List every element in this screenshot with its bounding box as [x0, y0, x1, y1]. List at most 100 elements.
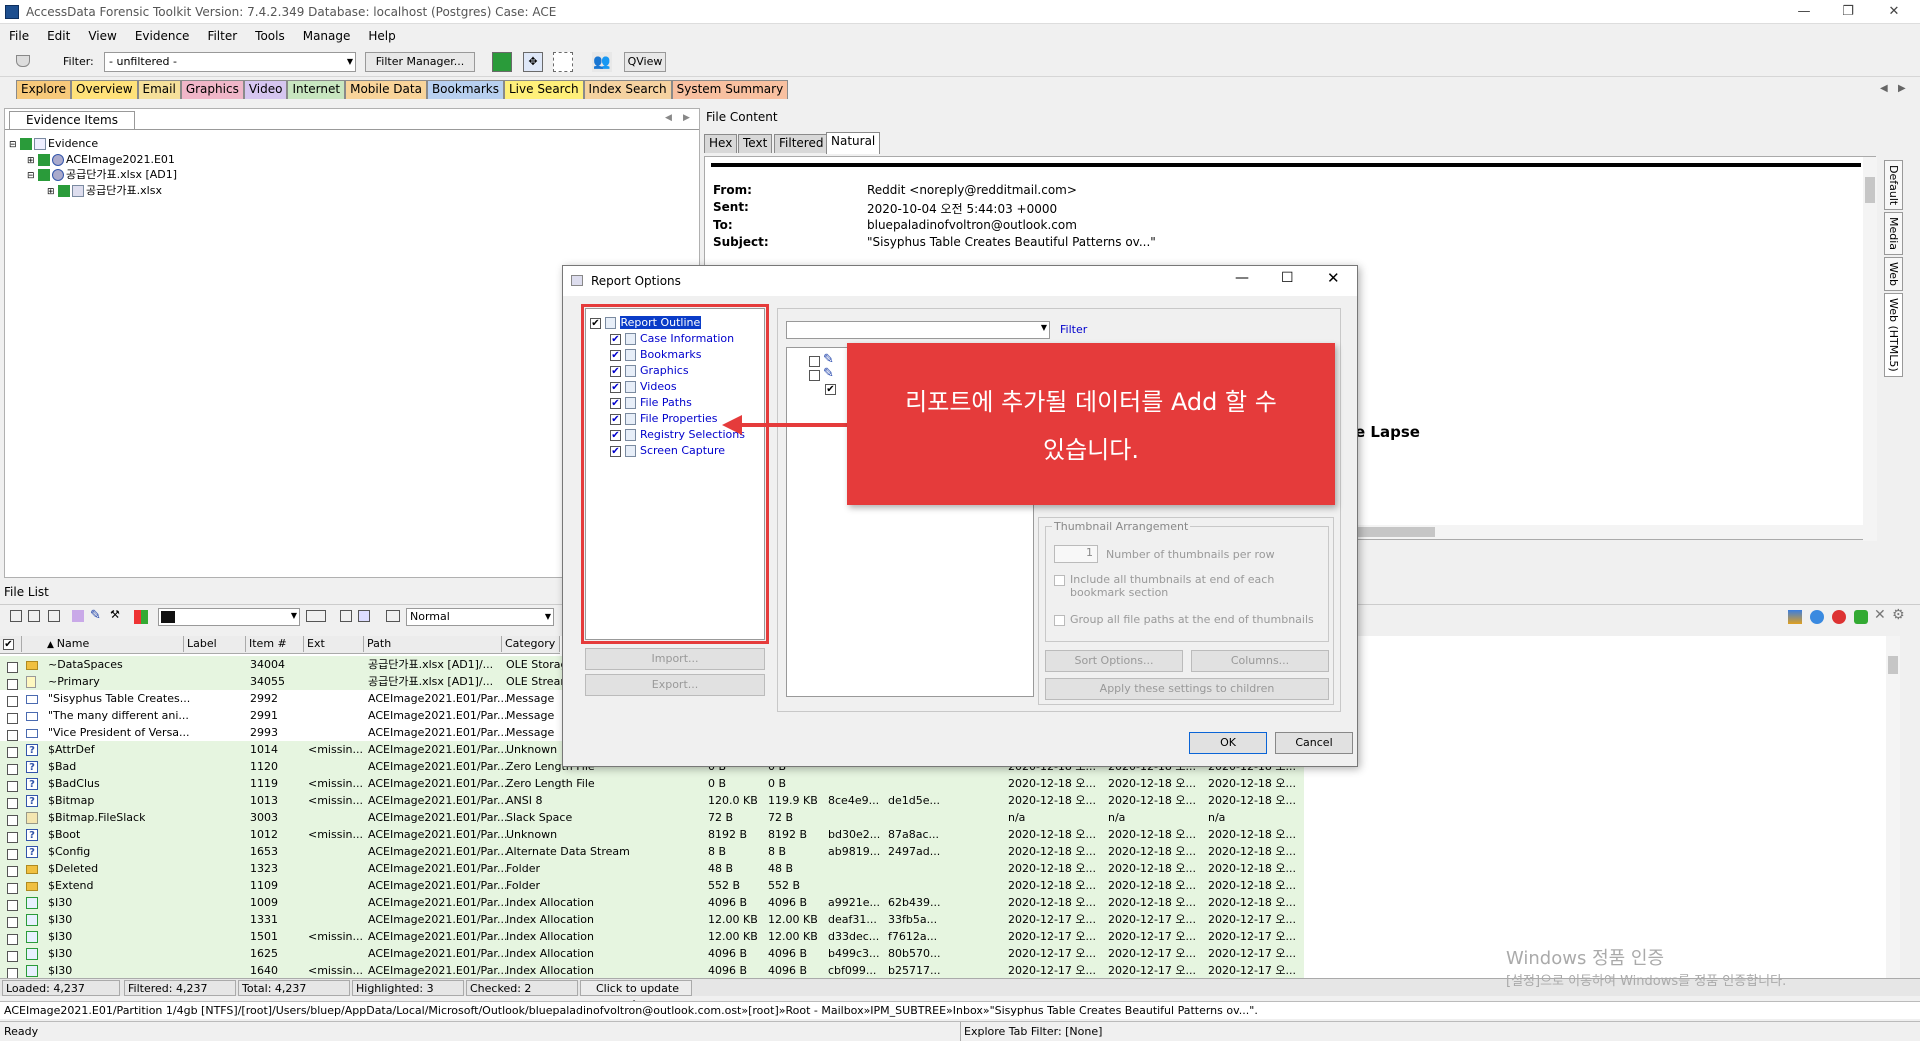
property-checkbox[interactable] [825, 384, 836, 395]
menu-view[interactable]: View [79, 26, 125, 43]
tree-node-aceimage[interactable]: ⊞ ACEImage2021.E01 [27, 152, 175, 168]
row-checkbox[interactable] [7, 848, 18, 860]
menu-manage[interactable]: Manage [294, 26, 360, 43]
property-checkbox[interactable] [809, 356, 820, 367]
view-mode-select[interactable]: Normal ▼ [406, 608, 554, 626]
menu-help[interactable]: Help [359, 26, 404, 43]
include-thumbnails-checkbox[interactable] [1054, 575, 1065, 586]
vertical-scrollbar[interactable] [1863, 157, 1877, 541]
grid-color-icon[interactable] [1788, 610, 1802, 624]
side-tab-media[interactable]: Media [1884, 212, 1903, 256]
side-tab-default[interactable]: Default [1884, 160, 1903, 211]
table-view-icon[interactable] [386, 610, 400, 622]
export-button[interactable]: Export... [585, 674, 765, 696]
table-row[interactable]: ? $Config 1653 ACEImage2021.E01/Par... Alter… [0, 843, 1304, 860]
tab-hex[interactable]: Hex [704, 134, 738, 153]
row-checkbox[interactable] [7, 780, 18, 792]
tab-bookmarks[interactable]: Bookmarks [426, 80, 504, 99]
table-row[interactable]: $Deleted 1323 ACEImage2021.E01/Par... Folde… [0, 860, 1304, 877]
header-category[interactable]: Category [502, 636, 560, 652]
table-row[interactable]: $Bitmap.FileSlack 3003 ACEImage2021.E01/Pa… [0, 809, 1304, 826]
row-checkbox[interactable] [7, 899, 18, 911]
header-label[interactable]: Label [184, 636, 246, 652]
filter-combo[interactable]: ▼ [786, 321, 1050, 339]
tab-internet[interactable]: Internet [287, 80, 346, 99]
row-checkbox[interactable] [7, 695, 18, 707]
row-checkbox[interactable] [7, 933, 18, 945]
copy-icon[interactable] [48, 610, 60, 622]
row-checkbox[interactable] [7, 916, 18, 928]
tab-mobile-data[interactable]: Mobile Data [345, 80, 427, 99]
table-row[interactable]: $I30 1009 ACEImage2021.E01/Par... Index All… [0, 894, 1304, 911]
tools-icon[interactable]: ⚒ [110, 608, 120, 621]
chart-icon[interactable] [1832, 610, 1846, 624]
tab-live-search[interactable]: Live Search [504, 80, 584, 99]
label-icon[interactable] [72, 610, 84, 622]
table-row[interactable]: $I30 1640 <missin... ACEImage2021.E01/Par..… [0, 962, 1304, 979]
row-checkbox[interactable] [7, 763, 18, 775]
sort-options-button[interactable]: Sort Options... [1045, 650, 1183, 672]
import-button[interactable]: Import... [585, 648, 765, 670]
header-name[interactable]: ▲ Name [44, 636, 184, 652]
menu-evidence[interactable]: Evidence [126, 26, 199, 43]
expand-icon[interactable] [10, 610, 22, 622]
add-evidence-icon[interactable] [492, 52, 512, 72]
tab-overview[interactable]: Overview [71, 80, 138, 99]
row-checkbox[interactable] [7, 814, 18, 826]
scroll-left-icon[interactable]: ◀ [665, 113, 672, 123]
pen-icon[interactable]: ✎ [90, 608, 101, 623]
tab-text[interactable]: Text [738, 134, 773, 153]
table-row[interactable]: ? $Bitmap 1013 <missin... ACEImage2021.E01/P… [0, 792, 1304, 809]
menu-filter[interactable]: Filter [198, 26, 246, 43]
thumbnail-count-input[interactable]: 1 [1054, 545, 1098, 563]
move-icon[interactable]: ✥ [523, 52, 543, 72]
row-checkbox[interactable] [7, 950, 18, 962]
collapse-icon[interactable] [28, 610, 40, 622]
table-row[interactable]: $I30 1501 <missin... ACEImage2021.E01/Par..… [0, 928, 1304, 945]
tabs-scroll-right-icon[interactable]: ▶ [1898, 83, 1906, 94]
filter-select[interactable]: - unfiltered - ▼ [104, 52, 356, 72]
row-checkbox[interactable] [7, 746, 18, 758]
row-checkbox[interactable] [7, 831, 18, 843]
menu-edit[interactable]: Edit [38, 26, 79, 43]
group-paths-checkbox[interactable] [1054, 615, 1065, 626]
table-row[interactable]: $Extend 1109 ACEImage2021.E01/Par... Folder… [0, 877, 1304, 894]
qview-button[interactable]: QView [624, 52, 666, 72]
scroll-right-icon[interactable]: ▶ [683, 113, 690, 123]
tab-system-summary[interactable]: System Summary [671, 80, 789, 99]
tab-graphics[interactable]: Graphics [180, 80, 244, 99]
row-checkbox[interactable] [7, 967, 18, 979]
gear-icon[interactable]: ⚙ [1892, 607, 1905, 623]
table-row[interactable]: ? $BadClus 1119 <missin... ACEImage2021.E01/… [0, 775, 1304, 792]
header-ext[interactable]: Ext [304, 636, 364, 652]
tab-video[interactable]: Video [243, 80, 288, 99]
evidence-items-tab[interactable]: Evidence Items [9, 111, 135, 129]
select-icon[interactable] [553, 52, 573, 72]
side-tab-web-html5[interactable]: Web (HTML5) [1884, 293, 1903, 377]
dialog-maximize-button[interactable]: ☐ [1281, 270, 1294, 286]
tab-explore[interactable]: Explore [16, 80, 72, 99]
color-select[interactable]: ▼ [158, 608, 300, 626]
person-icon[interactable]: 👥 [592, 52, 612, 72]
export-icon[interactable] [358, 610, 370, 622]
dialog-close-button[interactable]: ✕ [1327, 269, 1340, 287]
menu-tools[interactable]: Tools [246, 26, 294, 43]
side-tab-web[interactable]: Web [1884, 257, 1903, 292]
tab-index-search[interactable]: Index Search [583, 80, 672, 99]
ok-button[interactable]: OK [1189, 732, 1267, 754]
dialog-minimize-button[interactable]: — [1235, 270, 1249, 286]
header-item[interactable]: Item # [246, 636, 304, 652]
bookmark-icon[interactable] [1854, 610, 1868, 624]
globe-icon[interactable] [1810, 610, 1824, 624]
row-checkbox[interactable] [7, 882, 18, 894]
tabs-scroll-left-icon[interactable]: ◀ [1880, 83, 1888, 94]
tree-node-xlsx[interactable]: ⊞ 공급단가표.xlsx [47, 183, 162, 199]
cancel-button[interactable]: Cancel [1275, 732, 1353, 754]
row-checkbox[interactable] [7, 661, 18, 673]
select-all-checkbox[interactable] [3, 638, 14, 650]
table-row[interactable]: ? $Boot 1012 <missin... ACEImage2021.E01/Par… [0, 826, 1304, 843]
row-checkbox[interactable] [7, 729, 18, 741]
property-checkbox[interactable] [809, 370, 820, 381]
tree-node-evidence[interactable]: ⊟ Evidence [9, 136, 98, 152]
print-icon[interactable] [340, 610, 352, 622]
